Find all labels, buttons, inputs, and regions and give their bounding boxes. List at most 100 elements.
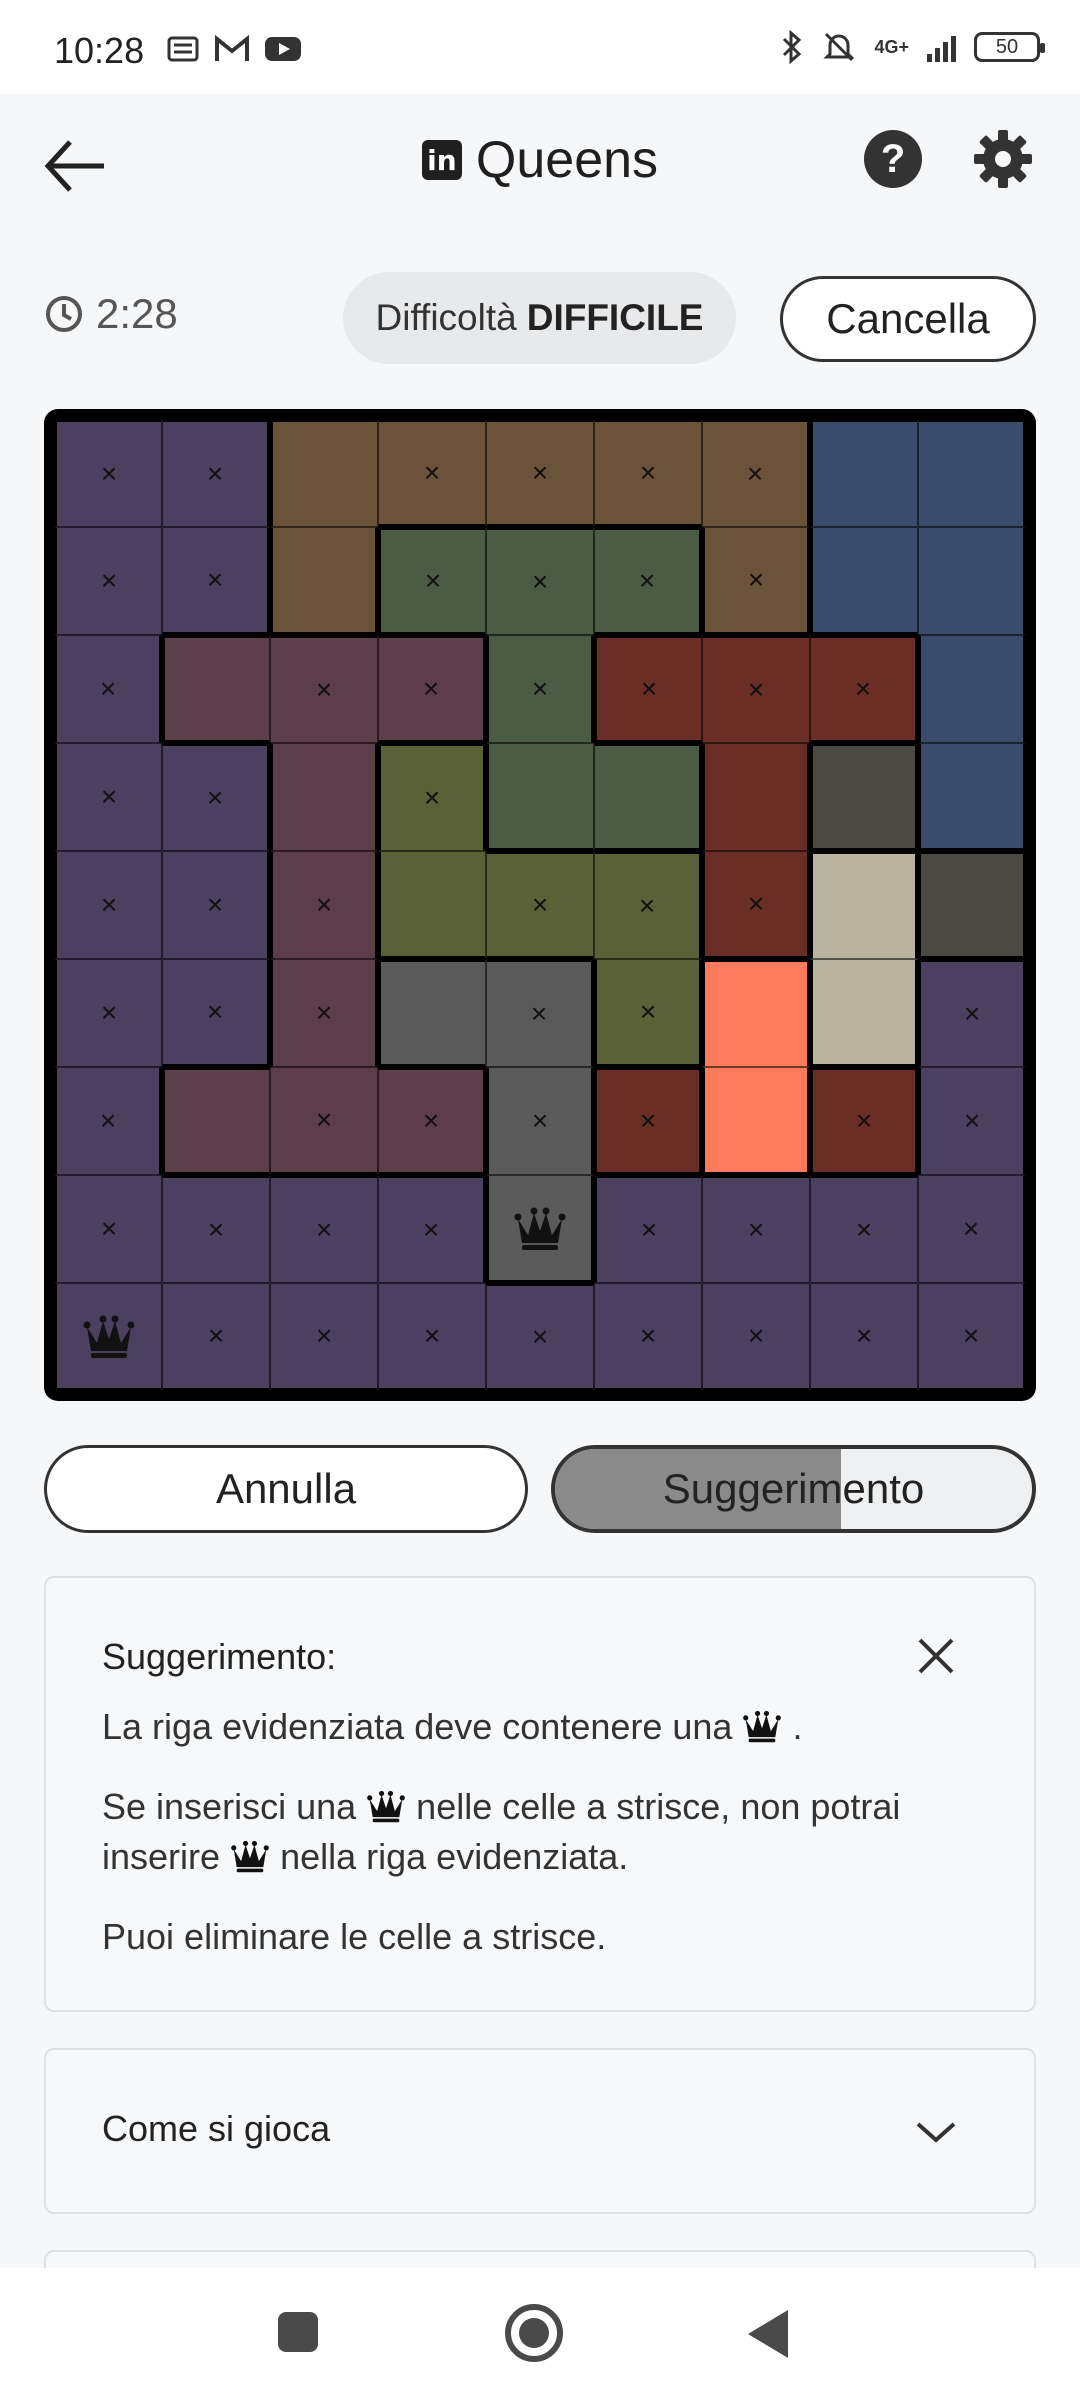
board-cell[interactable]: [810, 743, 918, 851]
board-cell[interactable]: [486, 743, 594, 851]
board-cell[interactable]: [486, 1175, 594, 1283]
board-cell[interactable]: [918, 527, 1026, 635]
board-cell[interactable]: [810, 419, 918, 527]
board-cell[interactable]: ×: [54, 743, 162, 851]
board-cell[interactable]: ×: [918, 1175, 1026, 1283]
board-cell[interactable]: ×: [270, 1283, 378, 1391]
question-mark-icon[interactable]: ?: [864, 130, 922, 188]
hint-button[interactable]: Suggerimento: [551, 1445, 1036, 1533]
board-cell[interactable]: ×: [918, 1283, 1026, 1391]
board-cell[interactable]: ×: [810, 1067, 918, 1175]
board-cell[interactable]: ×: [378, 419, 486, 527]
board-cell[interactable]: ×: [594, 419, 702, 527]
board-cell[interactable]: ×: [378, 1283, 486, 1391]
board-cell[interactable]: ×: [378, 527, 486, 635]
board-cell[interactable]: ×: [810, 1175, 918, 1283]
undo-button[interactable]: Annulla: [44, 1445, 528, 1533]
board-cell[interactable]: [702, 959, 810, 1067]
cross-mark: ×: [422, 1105, 440, 1136]
board-cell[interactable]: ×: [162, 851, 270, 959]
network-4g-icon: 4G+: [874, 37, 909, 57]
board-cell[interactable]: ×: [162, 1175, 270, 1283]
board-cell[interactable]: ×: [594, 959, 702, 1067]
board-cell[interactable]: [918, 851, 1026, 959]
hint-line-1-text: La riga evidenziata deve contenere una: [102, 1706, 733, 1747]
board-cell[interactable]: ×: [594, 1283, 702, 1391]
board-cell[interactable]: ×: [702, 635, 810, 743]
next-card-edge: [44, 2250, 1036, 2270]
board-cell[interactable]: [162, 635, 270, 743]
board-cell-striped[interactable]: [702, 1067, 810, 1175]
cross-mark: ×: [206, 782, 224, 813]
board-cell[interactable]: ×: [378, 743, 486, 851]
board-cell[interactable]: [918, 635, 1026, 743]
board-cell[interactable]: ×: [270, 1175, 378, 1283]
board-cell[interactable]: ×: [54, 419, 162, 527]
board-cell[interactable]: [270, 419, 378, 527]
board-cell[interactable]: ×: [378, 1175, 486, 1283]
board-cell[interactable]: [810, 959, 918, 1067]
board-cell[interactable]: [270, 527, 378, 635]
board-cell[interactable]: ×: [162, 1283, 270, 1391]
board-cell[interactable]: [378, 851, 486, 959]
clear-button[interactable]: Cancella: [780, 276, 1036, 362]
board-cell[interactable]: ×: [594, 635, 702, 743]
board-cell[interactable]: ×: [486, 635, 594, 743]
board-cell[interactable]: ×: [486, 851, 594, 959]
board-cell[interactable]: ×: [270, 851, 378, 959]
board-cell[interactable]: [594, 743, 702, 851]
cross-mark: ×: [100, 565, 118, 596]
close-icon[interactable]: [914, 1634, 958, 1678]
board-cell[interactable]: [918, 419, 1026, 527]
board-cell[interactable]: ×: [270, 635, 378, 743]
gear-icon[interactable]: [972, 128, 1034, 190]
home-circle-icon[interactable]: [505, 2304, 563, 2362]
board-cell[interactable]: [702, 743, 810, 851]
recents-square-icon[interactable]: [278, 2312, 318, 2352]
board-cell[interactable]: ×: [54, 527, 162, 635]
board-cell[interactable]: ×: [594, 527, 702, 635]
board-cell[interactable]: ×: [162, 419, 270, 527]
back-triangle-icon[interactable]: [748, 2310, 788, 2358]
board-cell[interactable]: ×: [378, 1067, 486, 1175]
board-cell[interactable]: [918, 743, 1026, 851]
board-cell[interactable]: ×: [918, 959, 1026, 1067]
board-cell[interactable]: [378, 959, 486, 1067]
board-cell[interactable]: ×: [702, 419, 810, 527]
board-cell[interactable]: ×: [270, 1067, 378, 1175]
board-cell[interactable]: ×: [918, 1067, 1026, 1175]
board-cell[interactable]: ×: [54, 851, 162, 959]
board-cell[interactable]: ×: [702, 527, 810, 635]
board-cell[interactable]: ×: [54, 1067, 162, 1175]
board-cell[interactable]: ×: [486, 1067, 594, 1175]
board-cell[interactable]: ×: [486, 419, 594, 527]
board-cell[interactable]: ×: [270, 959, 378, 1067]
board-cell[interactable]: ×: [594, 1175, 702, 1283]
board-cell-striped[interactable]: [810, 851, 918, 959]
board-cell[interactable]: ×: [54, 635, 162, 743]
board-cell[interactable]: ×: [810, 1283, 918, 1391]
board-cell[interactable]: ×: [162, 959, 270, 1067]
board-cell[interactable]: ×: [162, 527, 270, 635]
how-to-play-accordion[interactable]: Come si gioca: [44, 2048, 1036, 2214]
board-cell[interactable]: ×: [54, 959, 162, 1067]
board-cell[interactable]: ×: [702, 851, 810, 959]
board-cell[interactable]: ×: [162, 743, 270, 851]
board-cell[interactable]: ×: [378, 635, 486, 743]
board-cell[interactable]: ×: [594, 851, 702, 959]
cross-mark: ×: [422, 673, 440, 704]
board-cell[interactable]: ×: [486, 527, 594, 635]
board-cell[interactable]: ×: [594, 1067, 702, 1175]
board-cell[interactable]: [54, 1283, 162, 1391]
board-cell[interactable]: [270, 743, 378, 851]
cross-mark: ×: [100, 1213, 118, 1244]
board-cell[interactable]: ×: [702, 1283, 810, 1391]
board-cell[interactable]: ×: [702, 1175, 810, 1283]
board-cell[interactable]: ×: [54, 1175, 162, 1283]
board-cell[interactable]: [810, 527, 918, 635]
chevron-down-icon[interactable]: [914, 2116, 958, 2146]
board-cell[interactable]: ×: [810, 635, 918, 743]
board-cell[interactable]: ×: [486, 959, 594, 1067]
board-cell[interactable]: ×: [486, 1283, 594, 1391]
board-cell[interactable]: [162, 1067, 270, 1175]
